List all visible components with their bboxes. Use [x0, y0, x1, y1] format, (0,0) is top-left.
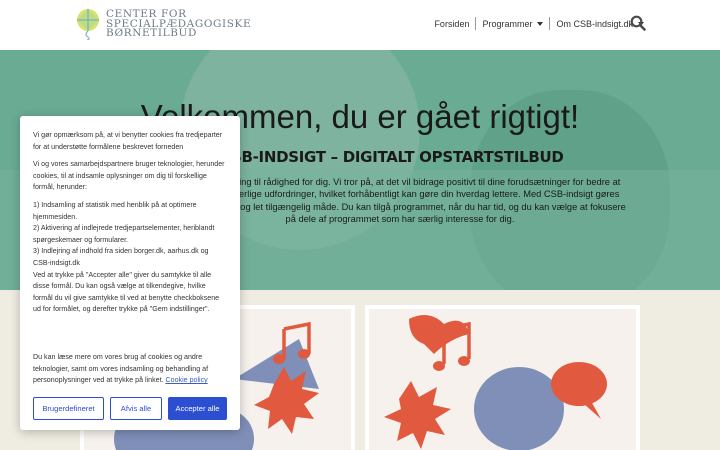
kite-logo-icon[interactable] — [76, 8, 102, 40]
cookie-intro-text: Vi gør opmærksom på, at vi benytter cook… — [33, 131, 223, 151]
nav-label: Om CSB-indsigt.dk — [556, 18, 633, 29]
site-logo-text[interactable]: Center for Specialpædagogiske Børnetilbu… — [106, 9, 251, 39]
search-icon[interactable] — [630, 15, 646, 31]
site-header: Center for Specialpædagogiske Børnetilbu… — [0, 0, 720, 50]
hero-subtitle: CSB-INDSIGT – DIGITALT OPSTARTSTILBUD — [220, 148, 564, 166]
nav-item-forsiden[interactable]: Forsiden — [428, 19, 475, 29]
logo-line-3: Børnetilbud — [106, 27, 197, 39]
cookie-more-info: Du kan læse mere om vores brug af cookie… — [33, 352, 229, 387]
customize-button[interactable]: Brugerdefineret — [33, 397, 104, 420]
program-illustration — [384, 315, 607, 450]
cookie-consent-dialog: Vi gør opmærksom på, at vi benytter cook… — [20, 116, 240, 430]
program-card[interactable] — [365, 305, 640, 450]
cookie-policy-link[interactable]: Cookie policy — [166, 376, 208, 384]
nav-item-programmer[interactable]: Programmer — [476, 19, 549, 29]
cookie-purpose-text: Vi og vores samarbejdspartnere bruger te… — [33, 160, 225, 192]
nav-label: Programmer — [482, 18, 533, 29]
nav-label: Forsiden — [434, 18, 470, 29]
accept-all-button[interactable]: Accepter alle — [168, 397, 227, 420]
reject-all-button[interactable]: Afvis alle — [110, 397, 162, 420]
cookie-button-row: Brugerdefineret Afvis alle Accepter alle — [33, 397, 227, 420]
cookie-purposes-list: 1) Indsamling af statistik med henblik p… — [33, 200, 220, 314]
main-nav: Forsiden Programmer Om CSB-indsigt.dk — [428, 17, 650, 30]
chevron-down-icon — [537, 21, 544, 26]
